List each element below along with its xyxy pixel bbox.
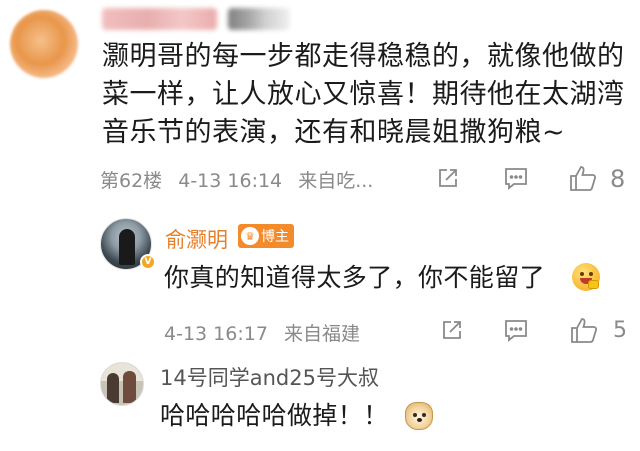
doge-emoji bbox=[405, 402, 433, 430]
reply-author-name[interactable]: 俞灏明 bbox=[165, 224, 228, 254]
reply-comment-button[interactable] bbox=[503, 318, 529, 342]
comment-icon bbox=[505, 320, 527, 342]
reply2-author-name[interactable]: 14号同学and25号大叔 bbox=[160, 362, 379, 392]
commenter-badge-blurred bbox=[228, 8, 290, 30]
reply-like-button[interactable] bbox=[569, 315, 599, 345]
like-count: 8 bbox=[610, 165, 626, 193]
comment-time: 4-13 16:14 bbox=[178, 170, 283, 192]
comment-icon bbox=[505, 168, 527, 190]
reply2-author-avatar[interactable] bbox=[100, 362, 144, 406]
smile-hand-emoji bbox=[572, 263, 600, 291]
share-icon bbox=[439, 169, 457, 187]
reply-time: 4-13 16:17 bbox=[164, 323, 268, 345]
v-badge-icon: V bbox=[140, 254, 156, 270]
commenter-avatar[interactable] bbox=[10, 10, 78, 78]
share-button[interactable] bbox=[436, 166, 460, 190]
like-button[interactable] bbox=[568, 163, 598, 193]
comment-button[interactable] bbox=[503, 166, 529, 190]
host-badge-label: 博主 bbox=[261, 229, 289, 245]
reply-source: 来自福建 bbox=[283, 323, 360, 345]
thumbs-up-icon bbox=[570, 166, 597, 191]
reply-like-count: 5 bbox=[613, 318, 627, 343]
commenter-name-blurred[interactable] bbox=[102, 8, 217, 30]
comment-floor: 第62楼 bbox=[100, 170, 163, 192]
comment-meta: 第62楼 4-13 16:14 来自吃... bbox=[100, 166, 383, 193]
reply-meta: 4-13 16:17 来自福建 bbox=[164, 319, 370, 346]
host-badge: ♛ 博主 bbox=[238, 224, 294, 248]
crown-icon: ♛ bbox=[241, 227, 259, 245]
share-icon bbox=[443, 321, 461, 339]
comment-text: 灏明哥的每一步都走得稳稳的，就像他做的菜一样，让人放心又惊喜！期待他在太湖湾音乐… bbox=[102, 41, 625, 148]
comment-source: 来自吃... bbox=[298, 170, 374, 192]
thumbs-up-icon bbox=[571, 318, 598, 343]
reply2-text: 哈哈哈哈哈做掉！！ bbox=[160, 401, 389, 430]
reply-share-button[interactable] bbox=[440, 318, 464, 342]
reply-text: 你真的知道得太多了，你不能留了 bbox=[164, 263, 546, 292]
